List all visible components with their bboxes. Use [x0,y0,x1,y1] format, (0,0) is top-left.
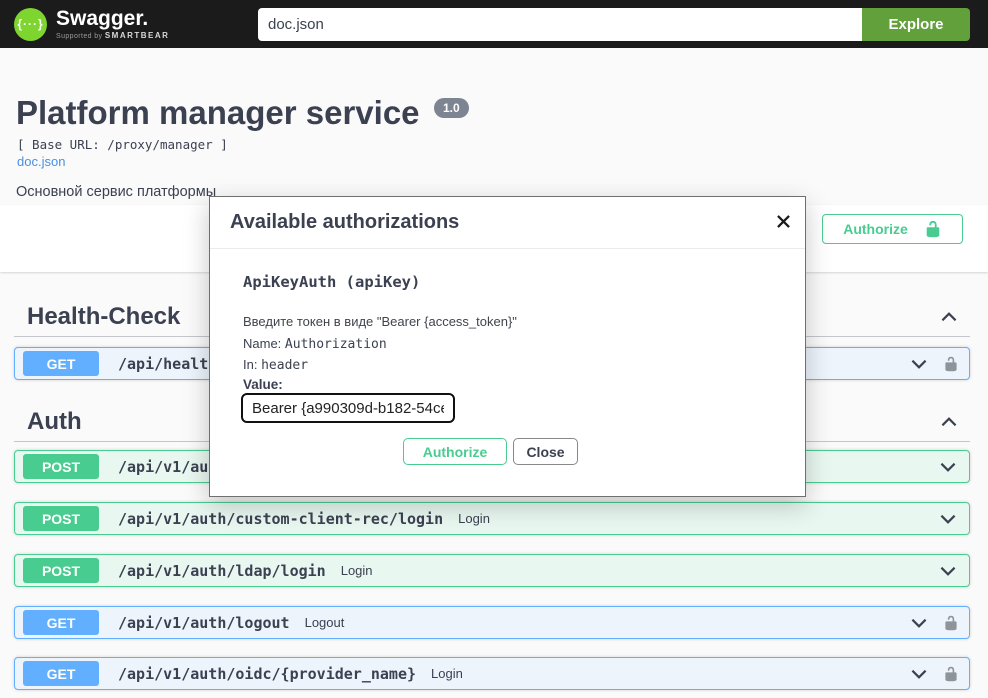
chevron-down-icon[interactable] [937,456,959,478]
token-input[interactable] [241,393,455,423]
authorize-button[interactable]: Authorize [822,214,963,244]
operation-row[interactable]: POST /api/v1/auth/custom-client-rec/logi… [14,502,970,535]
operation-path: /api/v1/auth/oidc/{provider_name} [118,665,416,683]
auth-hint: Введите токен в виде "Bearer {access_tok… [243,314,517,329]
auth-scheme-name: ApiKeyAuth [243,273,336,291]
brand-text: Swagger. Supported by SMARTBEAR [56,8,169,40]
auth-name-row: Name: Authorization [243,336,387,352]
section-title: Health-Check [27,303,180,331]
swagger-logo-icon: {···} [14,8,47,41]
chevron-up-icon[interactable] [938,306,960,328]
chevron-down-icon[interactable] [937,560,959,582]
supported-by-label: Supported by SMARTBEAR [56,31,169,40]
modal-authorize-button[interactable]: Authorize [403,438,507,465]
chevron-down-icon[interactable] [937,508,959,530]
operation-path: /api/v1/auth/custom-client-rec/login [118,510,443,528]
base-url: [ Base URL: /proxy/manager ] [17,137,228,152]
operation-summary: Login [341,563,373,578]
chevron-up-icon[interactable] [938,411,960,433]
unlock-icon[interactable] [943,615,959,631]
unlock-icon[interactable] [943,666,959,682]
auth-modal-header: Available authorizations [210,197,805,249]
smartbear-label: SMARTBEAR [105,31,170,40]
unlock-icon [924,220,942,238]
method-badge: GET [23,351,99,376]
spec-url-input[interactable] [258,8,862,41]
operation-summary: Login [458,511,490,526]
in-label: In: [243,357,257,372]
operation-path: /api/v1/auth/logout [118,614,290,632]
api-description: Основной сервис платформы [16,184,216,200]
swagger-ui-page: {···} Swagger. Supported by SMARTBEAR Ex… [0,0,988,698]
method-badge: GET [23,661,99,686]
spec-url-form: Explore [258,8,970,41]
name-label: Name: [243,336,281,351]
swagger-logo: {···} Swagger. Supported by SMARTBEAR [14,8,169,41]
chevron-down-icon[interactable] [908,612,930,634]
chevron-down-icon[interactable] [908,663,930,685]
operation-row[interactable]: GET /api/v1/auth/oidc/{provider_name} Lo… [14,657,970,690]
method-badge: POST [23,506,99,531]
brand-name: Swagger. [56,8,169,30]
auth-scheme-type: (apiKey) [336,273,420,291]
topbar: {···} Swagger. Supported by SMARTBEAR Ex… [0,0,988,48]
supported-by-text: Supported by [56,33,102,40]
modal-close-button[interactable]: Close [513,438,578,465]
section-title: Auth [27,408,82,436]
operation-summary: Login [431,666,463,681]
method-badge: POST [23,454,99,479]
auth-scheme-heading: ApiKeyAuth (apiKey) [243,273,420,291]
operation-row[interactable]: POST /api/v1/auth/ldap/login Login [14,554,970,587]
name-value: Authorization [285,337,387,352]
spec-link[interactable]: doc.json [17,154,65,169]
value-label: Value: [243,377,283,392]
auth-modal-title: Available authorizations [230,211,459,234]
method-badge: POST [23,558,99,583]
explore-button[interactable]: Explore [862,8,970,41]
operation-summary: Logout [305,615,345,630]
authorize-button-label: Authorize [843,221,908,237]
operation-row[interactable]: GET /api/v1/auth/logout Logout [14,606,970,639]
auth-in-row: In: header [243,357,308,373]
version-badge: 1.0 [434,98,469,118]
close-icon[interactable] [777,215,790,228]
chevron-down-icon[interactable] [908,353,930,375]
method-badge: GET [23,610,99,635]
operation-path: /api/v1/auth/ldap/login [118,562,326,580]
auth-modal: Available authorizations ApiKeyAuth (api… [209,196,806,497]
in-value: header [261,358,308,373]
unlock-icon[interactable] [943,356,959,372]
page-title: Platform manager service [16,94,420,132]
